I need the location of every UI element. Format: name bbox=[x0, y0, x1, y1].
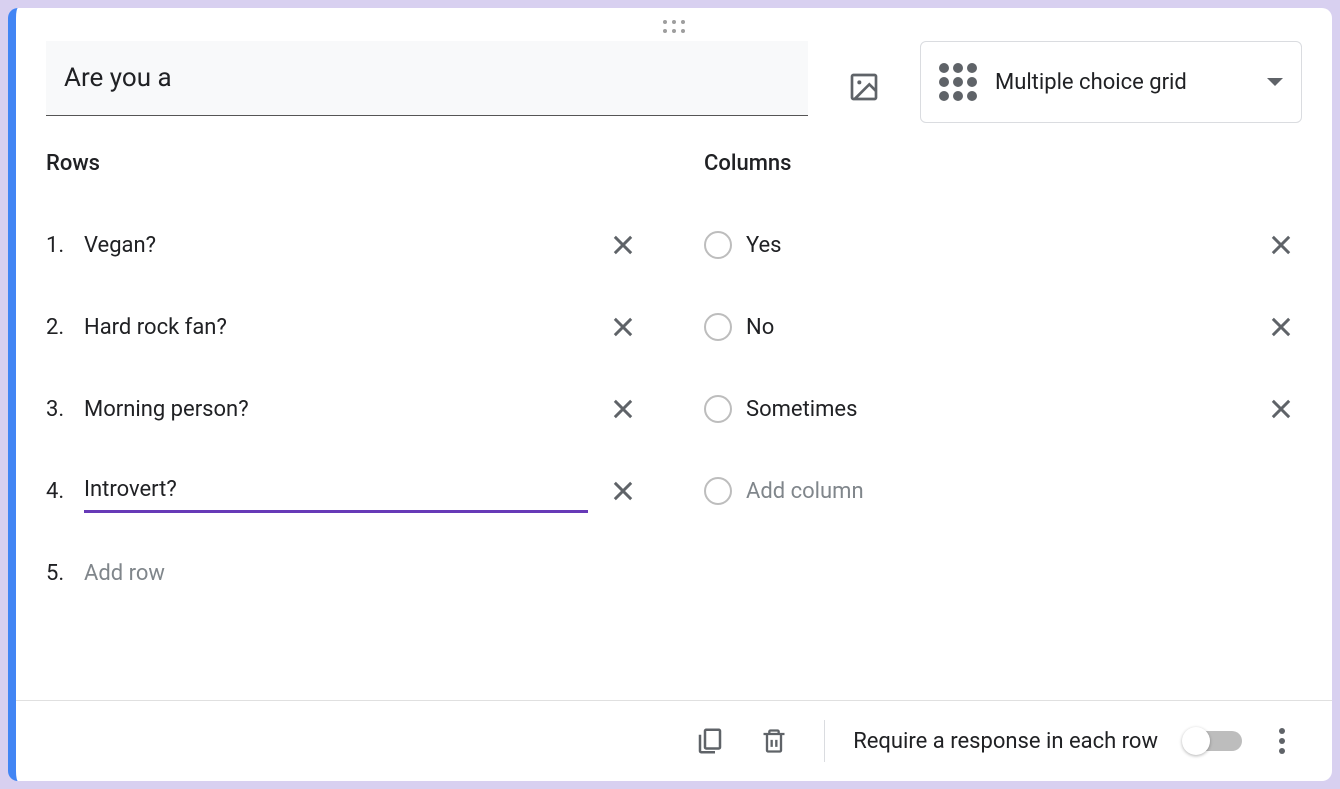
remove-column-button[interactable] bbox=[1260, 224, 1302, 266]
close-icon bbox=[609, 395, 637, 423]
row-label-input[interactable] bbox=[84, 469, 588, 513]
trash-icon bbox=[760, 726, 788, 756]
row-number: 5. bbox=[46, 561, 70, 586]
question-type-label: Multiple choice grid bbox=[995, 70, 1249, 95]
toggle-knob bbox=[1182, 727, 1210, 755]
remove-row-button[interactable] bbox=[602, 470, 644, 512]
close-icon bbox=[609, 477, 637, 505]
row-number: 3. bbox=[46, 397, 70, 422]
dots-vertical-icon bbox=[1279, 728, 1285, 734]
remove-column-button[interactable] bbox=[1260, 388, 1302, 430]
column-label-input[interactable] bbox=[746, 225, 1246, 266]
drag-icon bbox=[663, 20, 685, 33]
column-item bbox=[704, 204, 1302, 286]
card-footer: Require a response in each row bbox=[16, 700, 1332, 781]
radio-icon bbox=[704, 313, 732, 341]
add-row-input[interactable] bbox=[84, 553, 644, 594]
row-item: 2. bbox=[46, 286, 644, 368]
image-icon bbox=[848, 71, 880, 103]
row-number: 4. bbox=[46, 479, 70, 504]
remove-row-button[interactable] bbox=[602, 306, 644, 348]
close-icon bbox=[609, 231, 637, 259]
add-image-button[interactable] bbox=[838, 61, 890, 113]
duplicate-button[interactable] bbox=[688, 719, 732, 763]
radio-icon bbox=[704, 477, 732, 505]
divider bbox=[824, 720, 825, 762]
close-icon bbox=[1267, 231, 1295, 259]
rows-title: Rows bbox=[46, 151, 644, 176]
radio-icon bbox=[704, 231, 732, 259]
copy-icon bbox=[695, 726, 725, 756]
columns-section: Columns bbox=[704, 151, 1302, 700]
column-label-input[interactable] bbox=[746, 307, 1246, 348]
row-label-input[interactable] bbox=[84, 225, 588, 266]
columns-title: Columns bbox=[704, 151, 1302, 176]
row-item: 3. bbox=[46, 368, 644, 450]
row-number: 1. bbox=[46, 233, 70, 258]
close-icon bbox=[1267, 395, 1295, 423]
add-row-item[interactable]: 5. bbox=[46, 532, 644, 614]
drag-handle[interactable] bbox=[16, 8, 1332, 41]
add-column-item[interactable]: Add column bbox=[704, 450, 1302, 532]
question-card: Multiple choice grid Rows 1. 2. bbox=[8, 8, 1332, 781]
row-item: 4. bbox=[46, 450, 644, 532]
remove-row-button[interactable] bbox=[602, 224, 644, 266]
remove-row-button[interactable] bbox=[602, 388, 644, 430]
row-label-input[interactable] bbox=[84, 389, 588, 430]
row-item: 1. bbox=[46, 204, 644, 286]
require-toggle[interactable] bbox=[1186, 731, 1242, 751]
remove-column-button[interactable] bbox=[1260, 306, 1302, 348]
more-options-button[interactable] bbox=[1262, 721, 1302, 761]
close-icon bbox=[609, 313, 637, 341]
rows-section: Rows 1. 2. 3. bbox=[46, 151, 644, 700]
row-number: 2. bbox=[46, 315, 70, 340]
column-label-input[interactable] bbox=[746, 389, 1246, 430]
column-item bbox=[704, 286, 1302, 368]
add-column-placeholder[interactable]: Add column bbox=[746, 479, 1302, 504]
grid-icon bbox=[939, 63, 977, 101]
radio-icon bbox=[704, 395, 732, 423]
question-type-select[interactable]: Multiple choice grid bbox=[920, 41, 1302, 123]
require-label: Require a response in each row bbox=[853, 729, 1158, 754]
question-title-input[interactable] bbox=[46, 41, 808, 116]
chevron-down-icon bbox=[1267, 78, 1283, 86]
delete-button[interactable] bbox=[752, 719, 796, 763]
row-label-input[interactable] bbox=[84, 307, 588, 348]
close-icon bbox=[1267, 313, 1295, 341]
column-item bbox=[704, 368, 1302, 450]
